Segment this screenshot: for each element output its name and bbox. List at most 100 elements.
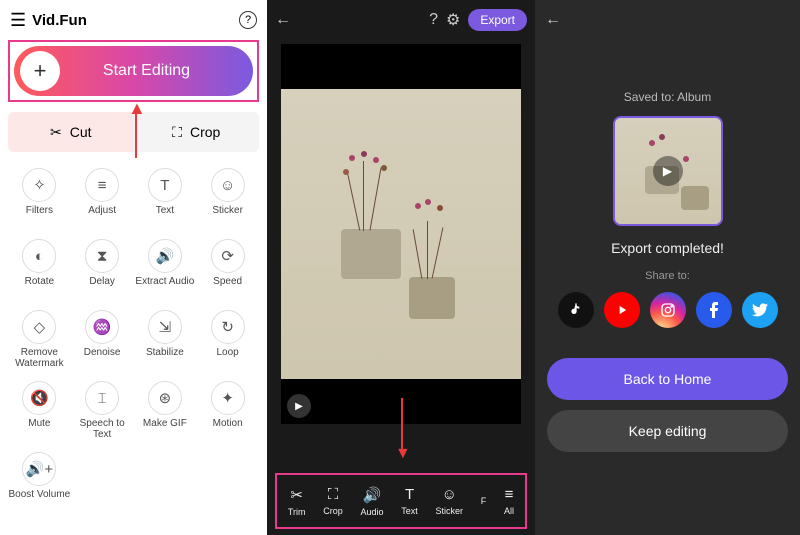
edit-toolbar-highlight: ✂ Trim ⛶ Crop 🔊Audio T Text ☺ Sticker F ≡ All	[275, 473, 527, 529]
annotation-arrow	[135, 108, 137, 158]
editbar-f[interactable]: F	[481, 496, 487, 506]
tool-icon: ✧	[22, 168, 56, 202]
scissors-icon: ✂	[50, 124, 62, 141]
share-twitter[interactable]	[742, 292, 778, 328]
tool-icon: ✦	[211, 381, 245, 415]
tool-icon: ⌶	[85, 381, 119, 415]
cut-label: Cut	[70, 124, 92, 140]
tool-mute[interactable]: 🔇Mute	[8, 377, 71, 444]
editbar-label: All	[504, 506, 514, 516]
tool-label: Stabilize	[146, 347, 184, 369]
tool-label: Motion	[213, 418, 243, 440]
editbar-label: F	[481, 496, 487, 506]
settings-icon[interactable]: ⚙	[446, 10, 460, 30]
back-icon[interactable]: ←	[545, 11, 561, 29]
tool-icon: ⧗	[85, 239, 119, 273]
editbar-label: Crop	[323, 506, 343, 516]
tool-motion[interactable]: ✦ Motion	[196, 377, 259, 444]
share-tiktok[interactable]	[558, 292, 594, 328]
editbar-label: Trim	[288, 507, 306, 517]
tool-filters[interactable]: ✧ Filters	[8, 164, 71, 231]
share-facebook[interactable]	[696, 292, 732, 328]
tool-icon: 🔊+	[22, 452, 56, 486]
share-youtube[interactable]	[604, 292, 640, 328]
tool-icon: 🔊	[148, 239, 182, 273]
tool-label: Adjust	[88, 205, 116, 227]
play-icon: ▶	[653, 156, 683, 186]
tool-delay[interactable]: ⧗ Delay	[71, 235, 134, 302]
tool-label: Sticker	[212, 205, 243, 227]
editbar-label: Sticker	[436, 506, 464, 516]
cut-button[interactable]: ✂ Cut	[8, 112, 134, 152]
tool-remove-watermark[interactable]: ◇ Remove Watermark	[8, 306, 71, 373]
editbar-trim[interactable]: ✂ Trim	[288, 486, 306, 517]
share-to-label: Share to:	[535, 270, 800, 282]
tool-text[interactable]: TText	[134, 164, 197, 231]
tool-icon: ♒	[85, 310, 119, 344]
tool-speed[interactable]: ⟳Speed	[196, 235, 259, 302]
back-icon[interactable]: ←	[275, 11, 291, 29]
tool-label: Mute	[28, 418, 50, 440]
start-editing-label: Start Editing	[60, 62, 253, 80]
tool-boost-volume[interactable]: 🔊+ Boost Volume	[8, 448, 71, 515]
tool-icon: T	[148, 168, 182, 202]
editbar-icon: ≡	[505, 486, 514, 503]
export-thumbnail[interactable]: ▶	[613, 116, 723, 226]
annotation-arrow	[401, 398, 403, 453]
tool-sticker[interactable]: ☺ Sticker	[196, 164, 259, 231]
editbar-crop[interactable]: ⛶ Crop	[323, 486, 343, 516]
tool-icon: ☺	[211, 168, 245, 202]
tool-label: Speech to Text	[71, 418, 134, 440]
crop-label: Crop	[190, 124, 220, 140]
tool-denoise[interactable]: ♒ Denoise	[71, 306, 134, 373]
keep-editing-button[interactable]: Keep editing	[547, 410, 788, 452]
tool-loop[interactable]: ↻ Loop	[196, 306, 259, 373]
editbar-icon: 🔊	[363, 486, 382, 504]
tool-label: Make GIF	[143, 418, 187, 440]
tool-icon: ⊛	[148, 381, 182, 415]
tool-icon: ⇲	[148, 310, 182, 344]
crop-icon: ⛶	[172, 124, 182, 141]
editbar-text[interactable]: T Text	[401, 486, 418, 516]
back-home-button[interactable]: Back to Home	[547, 358, 788, 400]
tool-speech-to-text[interactable]: ⌶ Speech to Text	[71, 377, 134, 444]
menu-icon[interactable]: ☰	[10, 10, 26, 31]
tool-label: Rotate	[25, 276, 54, 298]
help-icon[interactable]: ?	[239, 11, 257, 29]
tool-icon: ↻	[211, 310, 245, 344]
editbar-label: Text	[401, 506, 418, 516]
help-icon[interactable]: ?	[429, 11, 438, 29]
tool-make-gif[interactable]: ⊛ Make GIF	[134, 377, 197, 444]
start-editing-button[interactable]: + Start Editing	[14, 46, 253, 96]
tool-icon: ◇	[22, 310, 56, 344]
saved-to-label: Saved to: Album	[535, 90, 800, 104]
tool-label: Filters	[26, 205, 53, 227]
editbar-all[interactable]: ≡ All	[504, 486, 514, 516]
app-title: Vid.Fun	[32, 12, 87, 29]
share-instagram[interactable]	[650, 292, 686, 328]
editbar-sticker[interactable]: ☺ Sticker	[436, 486, 464, 516]
tool-icon: ◐	[22, 239, 56, 273]
tool-label: Delay	[89, 276, 115, 298]
video-preview[interactable]: ▶	[281, 44, 521, 424]
crop-button[interactable]: ⛶ Crop	[134, 112, 260, 152]
editbar-icon: ☺	[442, 486, 457, 503]
tool-rotate[interactable]: ◐ Rotate	[8, 235, 71, 302]
editbar-icon: T	[405, 486, 414, 503]
editbar-icon: ⛶	[328, 486, 339, 503]
tool-label: Extract Audio	[135, 276, 194, 298]
tool-label: Loop	[217, 347, 239, 369]
tool-extract-audio[interactable]: 🔊 Extract Audio	[134, 235, 197, 302]
tool-stabilize[interactable]: ⇲ Stabilize	[134, 306, 197, 373]
tool-label: Boost Volume	[9, 489, 71, 511]
tool-icon: ≡	[85, 168, 119, 202]
tool-adjust[interactable]: ≡ Adjust	[71, 164, 134, 231]
play-icon[interactable]: ▶	[287, 394, 311, 418]
tool-label: Denoise	[84, 347, 121, 369]
editbar-icon: ✂	[290, 486, 303, 504]
tool-icon: ⟳	[211, 239, 245, 273]
export-button[interactable]: Export	[468, 9, 527, 31]
tool-label: Remove Watermark	[8, 347, 71, 369]
editbar-audio[interactable]: 🔊Audio	[361, 486, 384, 517]
start-editing-highlight: + Start Editing	[8, 40, 259, 102]
